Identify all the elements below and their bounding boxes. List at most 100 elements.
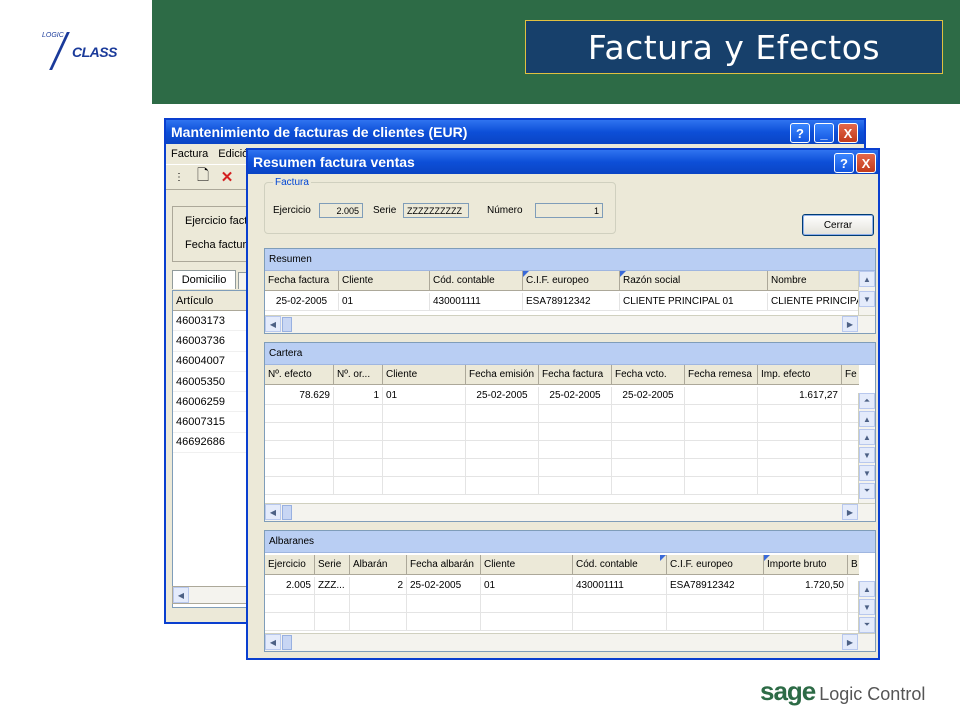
article-list-hscroll[interactable]: ◀	[172, 586, 248, 604]
scroll-left-icon[interactable]: ◀	[173, 587, 189, 603]
front-window-titlebar[interactable]: Resumen factura ventas	[248, 150, 878, 174]
list-item[interactable]: 46007315	[173, 412, 247, 433]
scroll-thumb[interactable]	[282, 505, 292, 520]
sort-indicator-icon	[620, 271, 626, 277]
table-row[interactable]: 78.629 1 01 25-02-2005 25-02-2005 25-02-…	[265, 387, 859, 405]
col-cod-contable[interactable]: Cód. contable	[573, 555, 667, 574]
col-cif-europeo[interactable]: C.I.F. europeo	[667, 555, 764, 574]
col-fecha-emision[interactable]: Fecha emisión	[466, 365, 539, 384]
col-nombre[interactable]: Nombre	[768, 271, 859, 290]
col-cliente[interactable]: Cliente	[339, 271, 430, 290]
list-item[interactable]: 46003173	[173, 311, 247, 332]
col-num-efecto[interactable]: Nº. efecto	[265, 365, 334, 384]
scroll-page-up-icon[interactable]: ▲	[859, 411, 875, 427]
col-fecha-vcto[interactable]: Fecha vcto.	[612, 365, 685, 384]
list-item[interactable]: 46005350	[173, 372, 247, 393]
menu-factura[interactable]: Factura	[171, 148, 208, 160]
back-window-titlebar[interactable]: Mantenimiento de facturas de clientes (E…	[166, 120, 864, 144]
col-serie[interactable]: Serie	[315, 555, 350, 574]
logicclass-logo: LOGIC CLASS	[38, 30, 118, 74]
scroll-left-icon[interactable]: ◀	[265, 316, 281, 332]
col-imp-efecto[interactable]: Imp. efecto	[758, 365, 842, 384]
back-window-title: Mantenimiento de facturas de clientes (E…	[171, 124, 468, 140]
factura-group-legend: Factura	[273, 177, 311, 188]
ejercicio-label: Ejercicio	[273, 205, 311, 216]
cartera-panel: Cartera Nº. efecto Nº. or... Cliente Fec…	[264, 342, 876, 522]
col-razon-social[interactable]: Razón social	[620, 271, 768, 290]
tab-domicilio[interactable]: Domicilio	[172, 270, 236, 289]
front-window: Resumen factura ventas ? X Factura Ejerc…	[246, 148, 880, 660]
table-row[interactable]: 25-02-2005 01 430001111 ESA78912342 CLIE…	[265, 293, 859, 311]
scroll-left-icon[interactable]: ◀	[265, 504, 281, 520]
resumen-hscroll[interactable]: ◀ ▶	[265, 315, 875, 333]
table-row[interactable]	[265, 459, 859, 477]
table-row[interactable]: 2.005 ZZZ... 2 25-02-2005 01 430001111 E…	[265, 577, 859, 595]
cerrar-button[interactable]: Cerrar	[802, 214, 874, 236]
col-albaran[interactable]: Albarán	[350, 555, 407, 574]
scroll-thumb[interactable]	[282, 635, 292, 650]
albaranes-vscroll[interactable]: ▲ ▼ ⏷	[858, 581, 875, 633]
col-fe[interactable]: Fe	[842, 365, 859, 384]
col-cliente[interactable]: Cliente	[383, 365, 466, 384]
article-list-header[interactable]: Artículo	[173, 291, 247, 311]
col-cod-contable[interactable]: Cód. contable	[430, 271, 523, 290]
col-num-orden[interactable]: Nº. or...	[334, 365, 383, 384]
scroll-right-icon[interactable]: ▶	[842, 634, 858, 650]
back-close-button[interactable]: X	[838, 123, 858, 143]
scroll-page-down-icon[interactable]: ▼	[859, 465, 875, 481]
list-item[interactable]: 46006259	[173, 392, 247, 413]
serie-label: Serie	[373, 205, 397, 216]
table-row[interactable]	[265, 613, 859, 631]
table-row[interactable]	[265, 423, 859, 441]
list-item[interactable]: 46692686	[173, 433, 247, 454]
resumen-header: Fecha factura Cliente Cód. contable C.I.…	[265, 271, 859, 291]
factura-group: Factura Ejercicio 2.005 Serie ZZZZZZZZZZ…	[264, 177, 616, 234]
list-item[interactable]: 46004007	[173, 352, 247, 372]
label-fecha-factura: Fecha factur	[185, 239, 247, 251]
front-close-button[interactable]: X	[856, 153, 876, 173]
albaranes-header: Ejercicio Serie Albarán Fecha albarán Cl…	[265, 555, 859, 575]
delete-icon[interactable]: ✕	[218, 168, 236, 186]
scroll-bottom-icon[interactable]: ⏷	[859, 617, 875, 633]
cartera-hscroll[interactable]: ◀ ▶	[265, 503, 875, 521]
list-item[interactable]: 46003736	[173, 331, 247, 352]
menu-edicion[interactable]: Edició	[218, 148, 248, 160]
table-row[interactable]	[265, 405, 859, 423]
col-fecha-factura[interactable]: Fecha factura	[265, 271, 339, 290]
table-row[interactable]	[265, 477, 859, 495]
col-cif-europeo[interactable]: C.I.F. europeo	[523, 271, 620, 290]
albaranes-hscroll[interactable]: ◀ ▶	[265, 633, 875, 651]
sort-indicator-icon	[523, 271, 529, 277]
ejercicio-field: 2.005	[319, 203, 363, 218]
back-minimize-button[interactable]: _	[814, 123, 834, 143]
scroll-down-icon[interactable]: ▼	[859, 291, 875, 307]
scroll-thumb[interactable]	[282, 317, 292, 332]
scroll-up-icon[interactable]: ▲	[859, 429, 875, 445]
col-cliente[interactable]: Cliente	[481, 555, 573, 574]
table-row[interactable]	[265, 595, 859, 613]
col-fecha-factura[interactable]: Fecha factura	[539, 365, 612, 384]
albaranes-title: Albaranes	[265, 531, 875, 553]
resumen-vscroll[interactable]: ▲ ▼	[858, 271, 875, 315]
scroll-right-icon[interactable]: ▶	[842, 504, 858, 520]
scroll-down-icon[interactable]: ▼	[859, 599, 875, 615]
scroll-page-up-icon[interactable]: ▲	[859, 581, 875, 597]
col-ejercicio[interactable]: Ejercicio	[265, 555, 315, 574]
col-b[interactable]: B	[848, 555, 859, 574]
col-fecha-albaran[interactable]: Fecha albarán	[407, 555, 481, 574]
resumen-panel: Resumen Fecha factura Cliente Cód. conta…	[264, 248, 876, 334]
scroll-up-icon[interactable]: ▲	[859, 271, 875, 287]
front-help-button[interactable]: ?	[834, 153, 854, 173]
col-importe-bruto[interactable]: Importe bruto	[764, 555, 848, 574]
scroll-down-icon[interactable]: ▼	[859, 447, 875, 463]
col-fecha-remesa[interactable]: Fecha remesa	[685, 365, 758, 384]
numero-label: Número	[487, 205, 523, 216]
back-help-button[interactable]: ?	[790, 123, 810, 143]
cartera-vscroll[interactable]: ⏶ ▲ ▲ ▼ ▼ ⏷	[858, 393, 875, 503]
new-document-icon[interactable]: 🗋	[194, 167, 212, 186]
table-row[interactable]	[265, 441, 859, 459]
scroll-right-icon[interactable]: ▶	[842, 316, 858, 332]
scroll-bottom-icon[interactable]: ⏷	[859, 483, 875, 499]
scroll-left-icon[interactable]: ◀	[265, 634, 281, 650]
scroll-top-icon[interactable]: ⏶	[859, 393, 875, 409]
